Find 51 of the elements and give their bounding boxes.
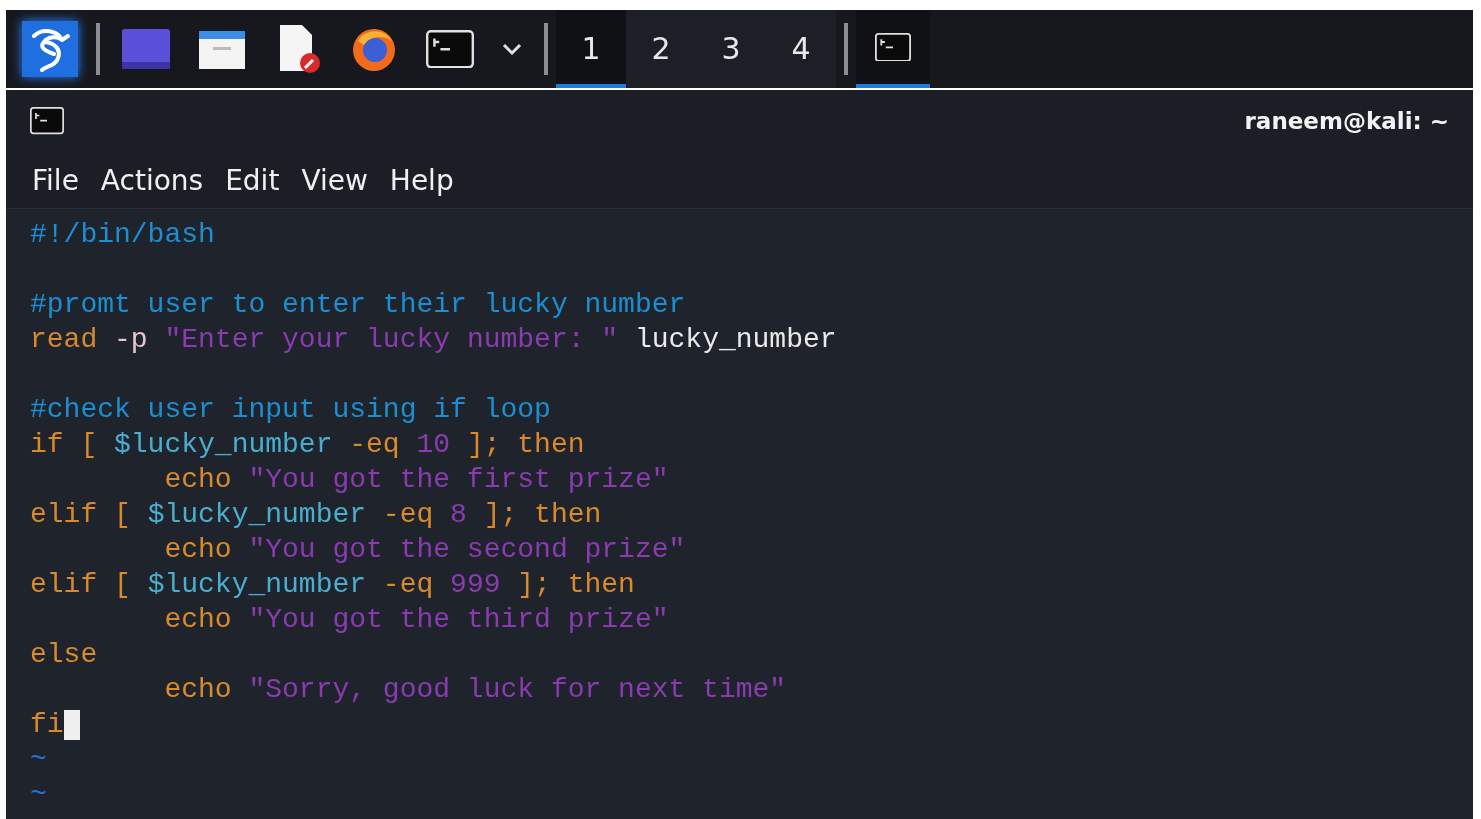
chevron-down-icon: [502, 43, 522, 55]
code-token: 8: [450, 498, 467, 532]
code-token: #!/bin/bash: [30, 218, 215, 252]
code-token: "You got the first prize": [248, 463, 669, 497]
terminal-icon: [30, 107, 64, 135]
code-token: -eq: [348, 428, 401, 462]
menu-item[interactable]: View: [295, 163, 374, 197]
code-token: echo: [163, 603, 233, 637]
code-token: $lucky_number: [147, 568, 367, 602]
code-token: 999: [450, 568, 501, 602]
code-token: #check user input using if loop: [30, 393, 551, 427]
code-token: ]; then: [516, 568, 635, 602]
code-token: lucky_number: [633, 323, 837, 357]
code-token: if [: [30, 428, 99, 462]
workspace-button[interactable]: 2: [626, 10, 696, 88]
window-icon: [121, 28, 171, 70]
menu-item[interactable]: Actions: [94, 163, 210, 197]
workspace-button[interactable]: 3: [696, 10, 766, 88]
code-token: "Sorry, good luck for next time": [248, 673, 787, 707]
code-token: "Enter your lucky number: ": [164, 323, 619, 357]
code-token: ]; then: [465, 428, 585, 462]
empty-line-marker: ~: [30, 743, 47, 777]
code-token: -p: [113, 323, 149, 357]
terminal-icon: [875, 32, 911, 62]
code-token: elif [: [30, 568, 132, 602]
code-token: -eq: [381, 568, 435, 602]
code-token: #promt user to enter their lucky number: [30, 288, 686, 322]
empty-line-marker: ~: [30, 778, 47, 812]
dragon-logo-button[interactable]: [22, 21, 78, 77]
code-token: "You got the third prize": [248, 603, 669, 637]
code-token: ]; then: [482, 498, 602, 532]
menu-item[interactable]: Edit: [219, 163, 286, 197]
menu-item[interactable]: File: [26, 163, 85, 197]
code-token: fi: [30, 708, 64, 742]
code-token: 10: [416, 428, 451, 462]
workspace-button[interactable]: 1: [556, 10, 626, 88]
code-token: elif [: [30, 498, 132, 532]
code-token: else: [30, 638, 98, 672]
code-token: echo: [163, 463, 233, 497]
window-task-button[interactable]: [856, 10, 930, 88]
window-title: raneem@kali: ~: [1244, 108, 1449, 134]
code-token: $lucky_number: [114, 428, 333, 462]
workspace-button[interactable]: 4: [766, 10, 836, 88]
code-token: "You got the second prize": [248, 533, 686, 567]
code-token: echo: [163, 673, 233, 707]
code-token: echo: [163, 533, 233, 567]
menu-item[interactable]: Help: [383, 163, 460, 197]
code-token: $lucky_number: [147, 498, 367, 532]
terminal-icon: [426, 29, 474, 69]
code-token: read: [30, 323, 98, 357]
code-token: -eq: [381, 498, 435, 532]
